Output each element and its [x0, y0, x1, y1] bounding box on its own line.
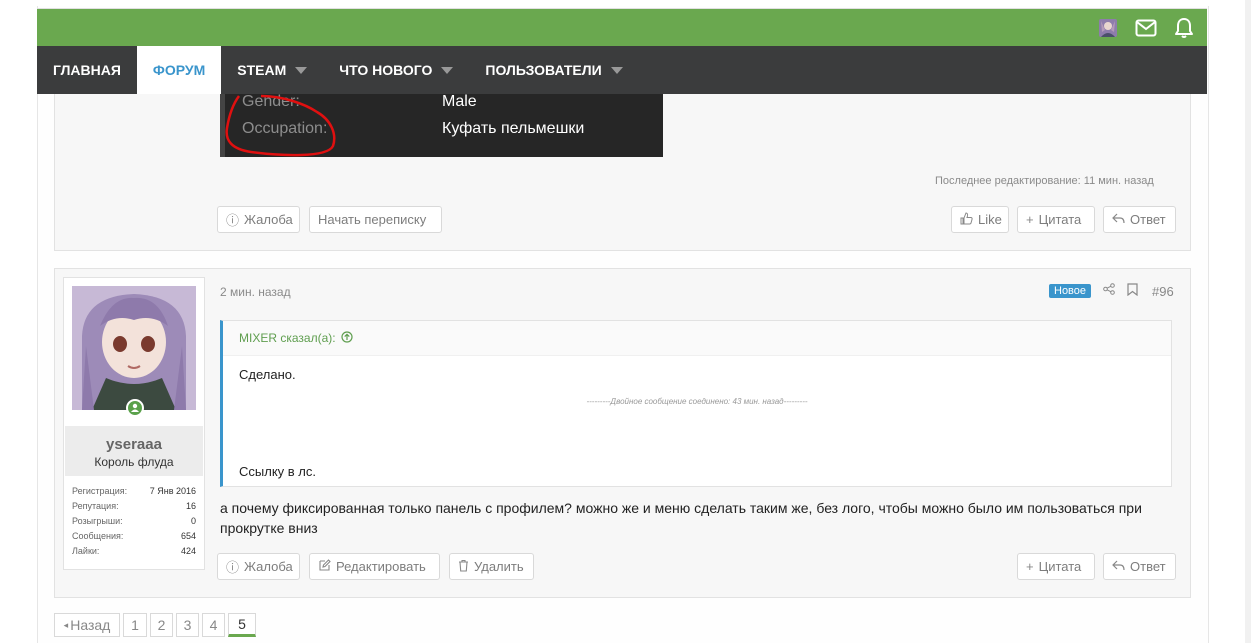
nav-item-label: ПОЛЬЗОВАТЕЛИ	[485, 62, 602, 78]
last-edited-note: Последнее редактирование: 11 мин. назад	[935, 175, 1154, 187]
stat-value: 7 Янв 2016	[149, 486, 196, 496]
quote-body: Сделано. ---------Двойное сообщение соед…	[223, 356, 1171, 487]
stat-value: 654	[180, 531, 196, 541]
button-label: Ответ	[1130, 212, 1166, 227]
user-stats: Регистрация: 7 Янв 2016 Репутация: 16 Розы…	[72, 486, 196, 561]
nav-item-label: STEAM	[237, 62, 287, 78]
alert-circle-icon: ⓘ	[226, 213, 240, 228]
quote-header[interactable]: MIXER сказал(а):	[223, 321, 1171, 356]
profile-value: Куфать пельмешки	[442, 120, 585, 137]
quote-button[interactable]: + Цитата	[1017, 206, 1095, 233]
bell-icon[interactable]	[1173, 17, 1195, 39]
report-button[interactable]: ⓘ Жалоба	[217, 553, 300, 580]
like-button[interactable]: Like	[951, 206, 1009, 233]
profile-value: Male	[442, 93, 477, 110]
chevron-down-icon[interactable]	[295, 66, 308, 74]
merged-note: ---------Двойное сообщение соединено: 43…	[586, 397, 808, 406]
top-bar	[37, 8, 1207, 47]
nav-item-label: ФОРУМ	[152, 62, 206, 78]
stat-value: 16	[185, 501, 196, 511]
post-number[interactable]: #96	[1152, 284, 1174, 299]
online-status-icon	[126, 399, 144, 417]
nav-item-whats-new[interactable]: ЧТО НОВОГО	[323, 46, 469, 94]
button-label: Удалить	[474, 559, 524, 574]
nav-item-label: ГЛАВНАЯ	[53, 62, 121, 78]
main-nav: ГЛАВНАЯ ФОРУМ STEAM ЧТО НОВОГО ПОЛЬЗОВАТ…	[37, 46, 1207, 94]
page-link[interactable]: 2	[150, 613, 173, 637]
pagination: ◂ Назад 1 2 3 4 5	[54, 613, 259, 637]
reply-arrow-icon	[1112, 559, 1125, 574]
chevron-left-icon: ◂	[63, 619, 69, 630]
quote-line: Ссылку в лс.	[239, 464, 316, 479]
start-conversation-button[interactable]: Начать переписку	[309, 206, 442, 233]
page-link[interactable]: 1	[123, 613, 147, 637]
trash-icon	[458, 559, 469, 575]
quote-block: MIXER сказал(а): Сделано. ---------Двойн…	[220, 320, 1172, 487]
stat-row: Регистрация: 7 Янв 2016	[72, 486, 196, 501]
button-label: Like	[978, 212, 1002, 227]
user-card: yseraaa Король флуда Регистрация: 7 Янв 2…	[63, 277, 205, 570]
user-name-block: yseraaa Король флуда	[65, 426, 203, 476]
stat-row: Репутация: 16	[72, 501, 196, 516]
edit-icon	[318, 558, 331, 575]
plus-icon: +	[1026, 212, 1034, 227]
mail-icon[interactable]	[1135, 17, 1157, 39]
username[interactable]: yseraaa	[65, 436, 203, 453]
page-link[interactable]: 3	[176, 613, 199, 637]
report-button[interactable]: ⓘ Жалоба	[217, 206, 300, 233]
user-avatar[interactable]	[72, 286, 196, 410]
stat-row: Розыгрыши: 0	[72, 516, 196, 531]
button-label: Начать переписку	[318, 212, 427, 227]
thumbs-up-icon	[960, 211, 973, 228]
quote-author[interactable]: MIXER сказал(а):	[239, 331, 336, 345]
button-label: Цитата	[1038, 212, 1082, 227]
nav-item-label: ЧТО НОВОГО	[339, 62, 433, 78]
stat-label: Сообщения:	[72, 531, 124, 541]
prev-page-button[interactable]: ◂ Назад	[54, 613, 120, 637]
bookmark-icon[interactable]	[1127, 283, 1138, 299]
quote-line: Сделано.	[239, 367, 296, 382]
stat-label: Лайки:	[72, 546, 100, 556]
top-bar-icons	[1097, 17, 1195, 39]
edit-button[interactable]: Редактировать	[309, 553, 440, 580]
stat-label: Регистрация:	[72, 486, 128, 496]
arrow-up-circle-icon[interactable]	[340, 330, 353, 346]
reply-button[interactable]: Ответ	[1103, 553, 1176, 580]
stat-label: Розыгрыши:	[72, 516, 123, 526]
page-scrollbar[interactable]	[1245, 0, 1251, 643]
delete-button[interactable]: Удалить	[449, 553, 534, 580]
button-label: Цитата	[1038, 559, 1082, 574]
new-badge: Новое	[1049, 284, 1092, 298]
stat-label: Репутация:	[72, 501, 119, 511]
reply-arrow-icon	[1112, 212, 1125, 227]
quote-button[interactable]: + Цитата	[1017, 553, 1095, 580]
nav-item-home[interactable]: ГЛАВНАЯ	[37, 46, 137, 94]
nav-item-steam[interactable]: STEAM	[221, 46, 323, 94]
red-annotation-circle	[225, 94, 336, 157]
share-icon[interactable]	[1103, 283, 1115, 298]
nav-item-forum[interactable]: ФОРУМ	[136, 46, 222, 94]
reply-button[interactable]: Ответ	[1103, 206, 1176, 233]
user-title: Король флуда	[94, 455, 174, 469]
chevron-down-icon[interactable]	[610, 66, 623, 74]
chevron-down-icon[interactable]	[441, 66, 454, 74]
post-body-text: а почему фиксированная только панель с п…	[220, 500, 1142, 536]
button-label: Жалоба	[244, 212, 293, 227]
stat-row: Лайки: 424	[72, 546, 196, 561]
avatar-icon[interactable]	[1097, 17, 1119, 39]
stat-value: 424	[180, 546, 196, 556]
stat-value: 0	[190, 516, 196, 526]
page-link-current[interactable]: 5	[228, 613, 256, 637]
alert-circle-icon: ⓘ	[226, 560, 240, 575]
button-label: Редактировать	[336, 559, 426, 574]
nav-item-users[interactable]: ПОЛЬЗОВАТЕЛИ	[469, 46, 638, 94]
plus-icon: +	[1026, 559, 1034, 574]
post-timestamp[interactable]: 2 мин. назад	[220, 285, 291, 299]
profile-screenshot-image: Gender: Male Occupation: Куфать пельмешк…	[220, 93, 663, 157]
button-label: Назад	[70, 617, 111, 633]
button-label: Ответ	[1130, 559, 1166, 574]
button-label: Жалоба	[244, 559, 293, 574]
stat-row: Сообщения: 654	[72, 531, 196, 546]
page-link[interactable]: 4	[202, 613, 225, 637]
